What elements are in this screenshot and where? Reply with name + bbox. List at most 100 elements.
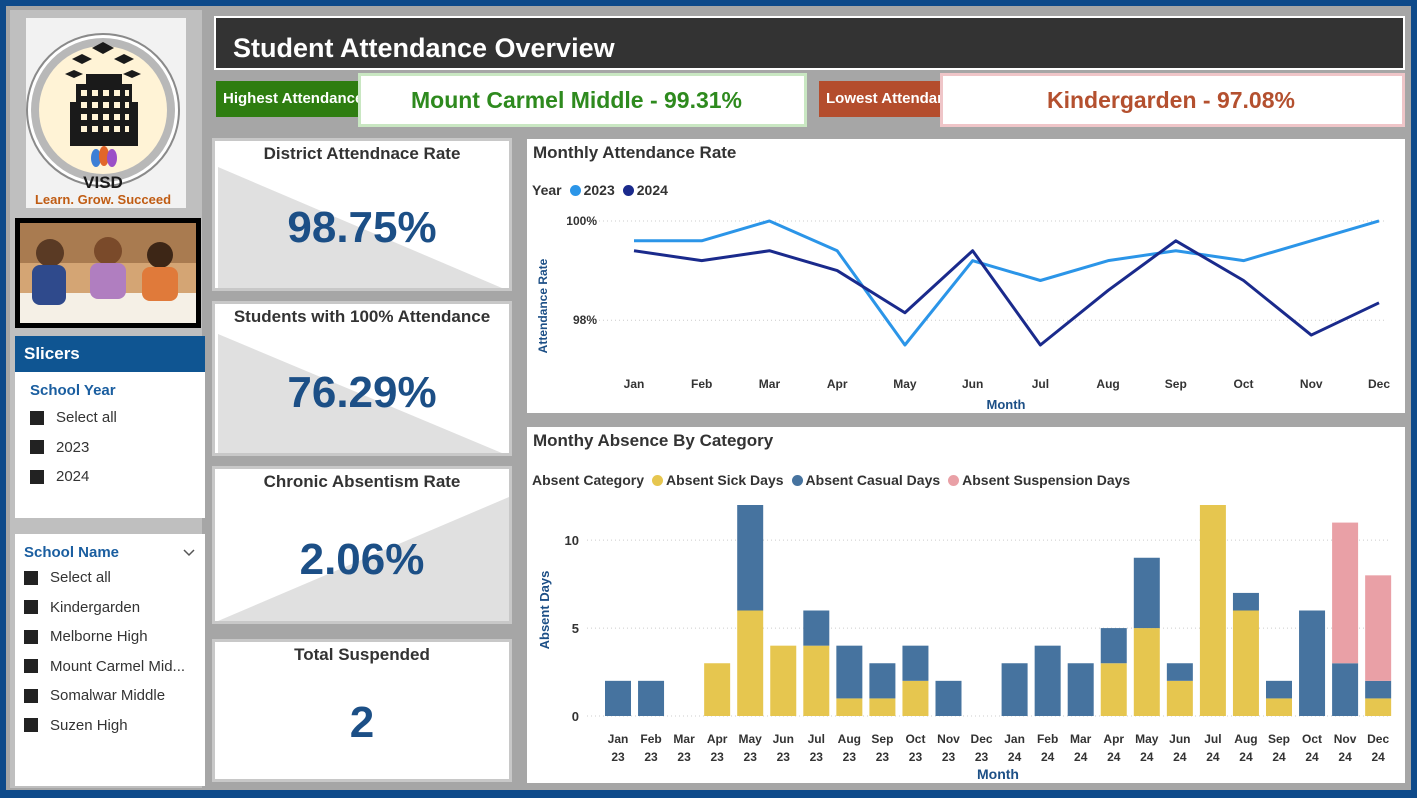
bar-segment-Absent Sick Days — [1232, 610, 1259, 716]
y-tick-label: 10 — [565, 533, 579, 548]
x-tick-label: 24 — [1173, 750, 1187, 764]
x-tick-label: 24 — [1041, 750, 1055, 764]
bar-segment-Absent Suspension Days — [1365, 575, 1392, 681]
district-attendance-card: District Attendnace Rate 98.75% — [212, 138, 512, 291]
x-axis-label: Month — [987, 397, 1026, 412]
bar-segment-Absent Sick Days — [1199, 505, 1226, 716]
bar-segment-Absent Casual Days — [902, 645, 929, 681]
chevron-down-icon[interactable] — [182, 548, 196, 558]
checkbox[interactable] — [24, 629, 38, 644]
slicer-item-select-all[interactable]: Select all — [30, 403, 190, 433]
school-logo-icon: VISD Learn. Grow. Succeed — [26, 33, 180, 207]
x-tick-label: 23 — [909, 750, 923, 764]
school-name-slicer: School Name Select all Kindergarden Melb… — [15, 534, 205, 786]
checkbox[interactable] — [24, 718, 38, 733]
bar-segment-Absent Sick Days — [869, 698, 896, 716]
x-tick-label: Jul — [1032, 377, 1049, 391]
dashboard-frame: VISD Learn. Grow. Succeed Slicers School… — [6, 6, 1411, 790]
checkbox[interactable] — [24, 659, 38, 674]
kpi-title: Chronic Absentism Rate — [263, 472, 461, 491]
slicer-item-label: 2023 — [56, 438, 90, 456]
slicer-item-somalwar-middle[interactable]: Somalwar Middle — [24, 681, 196, 711]
slicer-item-suzen-high[interactable]: Suzen High — [24, 711, 196, 741]
checkbox[interactable] — [30, 410, 44, 425]
slicer-item-label: Suzen High — [50, 716, 128, 734]
kpi-value: 2.06% — [299, 535, 425, 584]
x-tick-label: Mar — [759, 377, 781, 391]
bar-segment-Absent Suspension Days — [1332, 522, 1359, 664]
x-tick-label: 24 — [1272, 750, 1286, 764]
series-line-2023 — [634, 219, 1380, 347]
x-tick-label: 24 — [1371, 750, 1385, 764]
checkbox[interactable] — [24, 688, 38, 703]
x-tick-label: Oct — [905, 732, 925, 746]
slicer-item-2023[interactable]: 2023 — [30, 433, 190, 463]
x-tick-label: Apr — [827, 377, 848, 391]
logo: VISD Learn. Grow. Succeed — [26, 18, 186, 208]
checkbox[interactable] — [30, 469, 44, 484]
x-tick-label: May — [739, 732, 763, 746]
bar-segment-Absent Sick Days — [737, 610, 764, 716]
x-tick-label: Jun — [962, 377, 983, 391]
slicer-item-label: Somalwar Middle — [50, 687, 166, 705]
bar-segment-Absent Casual Days — [1365, 680, 1392, 699]
page-title: Student Attendance Overview — [214, 16, 1405, 70]
x-tick-label: Nov — [937, 732, 960, 746]
x-tick-label: 24 — [1206, 750, 1220, 764]
slicer-item-label: 2024 — [56, 468, 90, 486]
x-tick-label: 23 — [710, 750, 724, 764]
x-tick-label: Dec — [1368, 377, 1390, 391]
x-tick-label: 23 — [810, 750, 824, 764]
x-tick-label: Feb — [1037, 732, 1058, 746]
x-tick-label: Aug — [1096, 377, 1119, 391]
checkbox[interactable] — [24, 570, 38, 585]
x-tick-label: Jan — [608, 732, 629, 746]
bar-segment-Absent Casual Days — [737, 505, 764, 611]
bar-segment-Absent Casual Days — [605, 680, 631, 716]
x-tick-label: 24 — [1305, 750, 1319, 764]
slicer-item-mount-carmel[interactable]: Mount Carmel Mid... — [24, 652, 196, 682]
x-tick-label: Jul — [1204, 732, 1221, 746]
sidebar: VISD Learn. Grow. Succeed Slicers School… — [10, 10, 205, 788]
x-tick-label: 24 — [1239, 750, 1253, 764]
lowest-attendance-value: Kindergarden - 97.08% — [940, 73, 1405, 127]
y-axis-label: Absent Days — [537, 571, 552, 650]
slicer-item-2024[interactable]: 2024 — [30, 462, 190, 492]
bar-segment-Absent Casual Days — [638, 680, 665, 716]
kpi-title: Total Suspended — [294, 645, 430, 664]
slicer-item-melborne-high[interactable]: Melborne High — [24, 622, 196, 652]
x-tick-label: Dec — [971, 732, 993, 746]
y-tick-label: 5 — [572, 621, 579, 636]
y-tick-label: 100% — [566, 214, 597, 228]
bar-segment-Absent Casual Days — [1299, 610, 1326, 716]
bar-segment-Absent Casual Days — [869, 663, 896, 699]
checkbox[interactable] — [30, 440, 44, 455]
x-tick-label: 23 — [644, 750, 658, 764]
students-photo — [15, 218, 201, 328]
slicers-header: Slicers — [15, 336, 205, 372]
x-tick-label: Jan — [624, 377, 645, 391]
bar-segment-Absent Casual Days — [935, 680, 962, 716]
x-tick-label: Nov — [1300, 377, 1323, 391]
bar-segment-Absent Sick Days — [902, 680, 929, 716]
slicer-item-select-all[interactable]: Select all — [24, 563, 196, 593]
bar-segment-Absent Casual Days — [1034, 645, 1061, 716]
x-tick-label: Sep — [1268, 732, 1290, 746]
school-name-title: School Name — [24, 544, 120, 561]
x-tick-label: Mar — [1070, 732, 1092, 746]
slicer-item-label: Kindergarden — [50, 598, 141, 616]
series-line-2024 — [633, 239, 1380, 347]
checkbox[interactable] — [24, 600, 38, 615]
slicer-item-kindergarden[interactable]: Kindergarden — [24, 593, 196, 623]
x-tick-label: 23 — [942, 750, 956, 764]
y-tick-label: 0 — [572, 709, 579, 724]
x-tick-label: May — [1135, 732, 1159, 746]
slicer-item-label: Mount Carmel Mid... — [50, 657, 186, 675]
x-tick-label: Aug — [1234, 732, 1257, 746]
x-tick-label: Mar — [673, 732, 695, 746]
school-year-title: School Year — [30, 382, 116, 399]
slicer-item-label: Melborne High — [50, 628, 148, 646]
x-tick-label: Sep — [871, 732, 893, 746]
x-tick-label: May — [893, 377, 917, 391]
line-chart-plot: 98% 100% Jan Feb Mar Apr May Jun Jul Aug Sep Oct Nov… — [536, 214, 1390, 412]
